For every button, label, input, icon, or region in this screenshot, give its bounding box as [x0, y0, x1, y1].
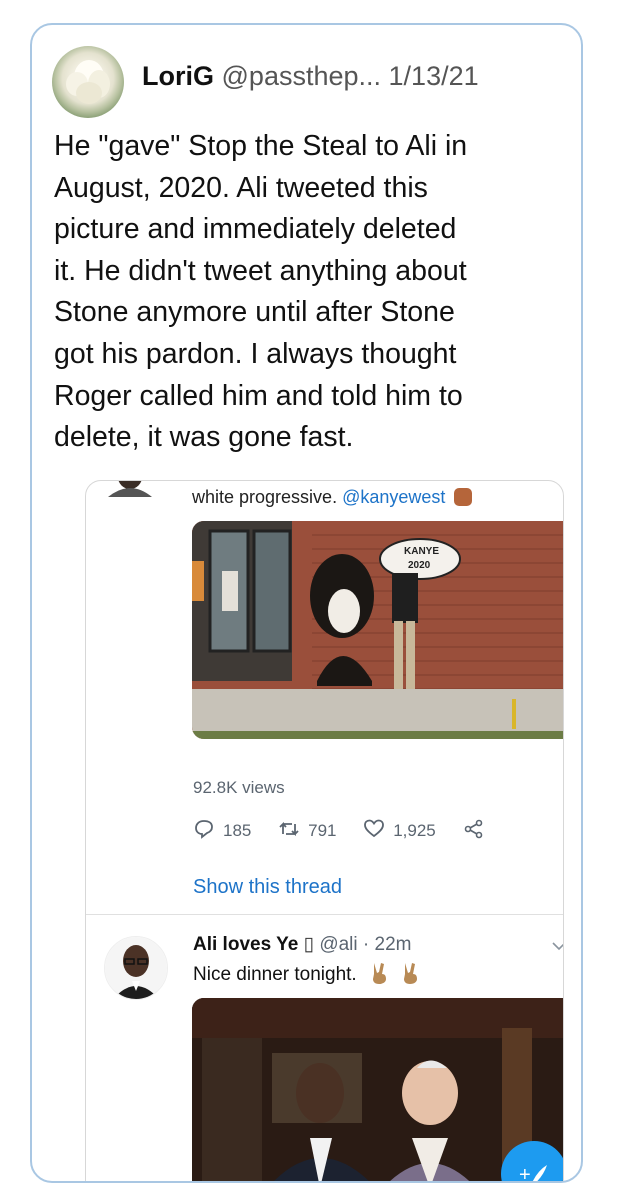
svg-text:+: + [519, 1164, 531, 1183]
share-stat[interactable] [463, 818, 493, 841]
tweet-text: He "gave" Stop the Steal to Ali in Augus… [54, 130, 468, 454]
reply-time[interactable]: 22m [375, 934, 412, 955]
divider [86, 914, 563, 915]
quote-tweet-card[interactable]: LoriG @passthep... 1/13/21 He "gave" Sto… [30, 23, 583, 1183]
svg-text:KANYE: KANYE [404, 546, 439, 557]
svg-text:2020: 2020 [408, 560, 431, 571]
share-icon [464, 819, 482, 839]
peace-hand-icon [373, 963, 386, 984]
chevron-down-icon[interactable] [551, 938, 564, 954]
verified-glyph: ▯ [303, 934, 315, 955]
reply-header: Ali loves Ye ▯ @ali · 22m [193, 934, 412, 955]
engagement-stats: 185 791 1,925 [193, 818, 515, 841]
embedded-screenshot: white progressive. @kanyewest KANYE 2020… [85, 480, 564, 1183]
compose-tweet-button[interactable]: + [501, 1141, 563, 1183]
reply-stat[interactable]: 185 [193, 818, 251, 841]
like-stat[interactable]: 1,925 [363, 818, 436, 841]
retweet-stat[interactable]: 791 [278, 818, 336, 841]
embedded-top-text: white progressive. @kanyewest [192, 487, 473, 508]
tweet-date[interactable]: 1/13/21 [389, 61, 479, 91]
compose-icon: + [519, 1164, 547, 1183]
peace-hand-icon [404, 963, 418, 984]
reply-author-handle[interactable]: @ali [319, 934, 357, 955]
tweet-header: LoriG @passthep... 1/13/21 [142, 61, 479, 92]
lorig-avatar[interactable] [52, 46, 124, 118]
ali-avatar[interactable] [104, 936, 168, 1000]
reply-text: Nice dinner tonight. [193, 962, 419, 986]
reply-author-name[interactable]: Ali loves Ye [193, 934, 298, 955]
mural-photo[interactable]: KANYE 2020 [192, 521, 564, 739]
raised-fist-icon [454, 488, 473, 506]
partial-avatar [108, 481, 152, 497]
kanyewest-mention[interactable]: @kanyewest [342, 487, 445, 507]
views-count: 92.8K views [193, 778, 285, 797]
show-thread-link[interactable]: Show this thread [193, 876, 342, 899]
retweet-icon [279, 821, 299, 837]
like-icon [364, 819, 385, 838]
author-handle[interactable]: @passthep... [222, 61, 382, 91]
author-name[interactable]: LoriG [142, 61, 214, 91]
reply-icon [195, 820, 213, 839]
